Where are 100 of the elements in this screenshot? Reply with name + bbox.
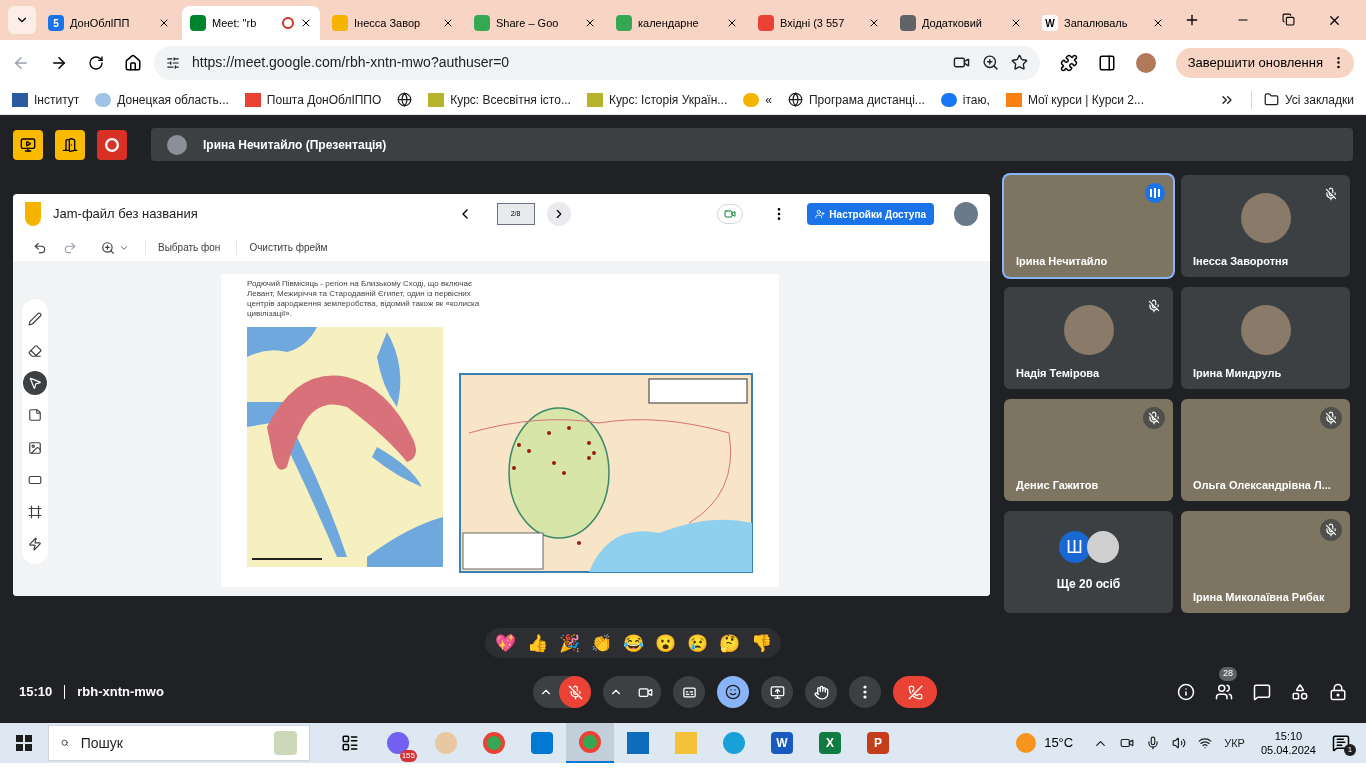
reload-icon[interactable] — [88, 54, 104, 71]
participant-tile[interactable]: Ольга Олександрівна Л... — [1181, 399, 1350, 501]
share-button[interactable]: Настройки Доступа — [807, 203, 934, 225]
taskbar-search-field[interactable]: Пошук — [48, 725, 310, 761]
extensions-icon[interactable] — [1059, 53, 1078, 72]
close-icon[interactable] — [584, 17, 596, 29]
browser-tab[interactable]: 5 ДонОблІПП — [40, 6, 178, 40]
bookmark-item[interactable]: Програма дистанці... — [787, 90, 925, 109]
activities-icon[interactable] — [1291, 683, 1309, 701]
restore-icon[interactable] — [1282, 13, 1295, 26]
zoom-icon[interactable] — [981, 54, 999, 71]
browser-tab[interactable]: Додатковий — [892, 6, 1030, 40]
more-options-button[interactable] — [849, 676, 882, 708]
info-icon[interactable] — [1177, 683, 1195, 701]
close-icon[interactable] — [442, 17, 454, 29]
bookmark-star-icon[interactable] — [1010, 54, 1028, 71]
participant-tile[interactable]: Ірина Миндруль — [1181, 287, 1350, 389]
record-button[interactable] — [97, 129, 127, 160]
weather-temperature[interactable]: 15°C — [1044, 733, 1074, 753]
close-icon[interactable] — [1152, 17, 1164, 29]
camera-icon[interactable] — [1120, 736, 1135, 750]
captions-button[interactable] — [673, 676, 706, 708]
taskbar-app-icon[interactable]: W — [771, 732, 793, 754]
language-indicator[interactable]: УКР — [1224, 734, 1245, 752]
wifi-icon[interactable] — [1198, 736, 1213, 750]
leave-call-button[interactable] — [893, 676, 938, 708]
participant-tile[interactable]: Інесса Заворотня — [1181, 175, 1350, 277]
raise-hand-button[interactable] — [805, 676, 838, 708]
all-bookmarks-item[interactable]: Усі закладки — [1251, 90, 1354, 109]
close-icon[interactable] — [868, 17, 880, 29]
tool-button[interactable] — [23, 371, 47, 396]
volume-icon[interactable] — [1172, 736, 1187, 750]
reaction-button[interactable]: 😢 — [685, 634, 709, 652]
microphone-button[interactable] — [559, 676, 592, 708]
close-icon[interactable] — [300, 17, 312, 29]
reaction-button[interactable]: 😂 — [621, 634, 645, 652]
site-info-icon[interactable] — [166, 55, 180, 70]
leave-room-button[interactable] — [55, 129, 85, 160]
browser-tab[interactable]: календарне — [608, 6, 746, 40]
taskbar-app-icon[interactable]: X — [819, 732, 841, 754]
reaction-button[interactable]: 👍 — [525, 634, 549, 652]
bookmark-item[interactable]: Курс: Всесвітня істо... — [428, 90, 571, 109]
browser-tab[interactable]: W Запалюваль — [1034, 6, 1172, 40]
taskbar-app-icon[interactable]: P — [867, 732, 889, 754]
bookmark-item[interactable]: Курс: Історія Україн... — [586, 90, 728, 109]
reaction-button[interactable]: 😮 — [653, 634, 677, 652]
reaction-button[interactable]: 👏 — [589, 634, 613, 652]
taskbar-app-icon[interactable] — [483, 732, 505, 754]
close-icon[interactable] — [158, 17, 170, 29]
toolbar-button[interactable]: Очистить фрейм — [236, 240, 328, 255]
reaction-button[interactable]: 🎉 — [557, 634, 581, 652]
reactions-button[interactable] — [717, 676, 750, 708]
browser-tab[interactable]: Вхідні (3 557 — [750, 6, 888, 40]
close-icon[interactable] — [726, 17, 738, 29]
undo-icon[interactable] — [33, 240, 47, 255]
close-icon[interactable] — [1327, 13, 1342, 28]
profile-avatar[interactable] — [1135, 52, 1156, 73]
bookmark-item[interactable] — [397, 92, 413, 107]
home-icon[interactable] — [124, 53, 142, 72]
reaction-button[interactable]: 👎 — [749, 634, 773, 652]
taskbar-app[interactable]: P — [854, 723, 902, 763]
zoom-icon[interactable] — [101, 240, 115, 255]
redo-icon[interactable] — [63, 240, 77, 255]
bookmark-item[interactable]: Інститут — [12, 90, 80, 109]
address-bar[interactable]: https://meet.google.com/rbh-xntn-mwo?authuser=0 — [154, 45, 1040, 80]
chat-icon[interactable] — [1253, 683, 1271, 701]
next-frame-button[interactable] — [546, 202, 571, 226]
profile-avatar[interactable] — [954, 202, 978, 226]
new-tab-icon[interactable] — [1184, 12, 1200, 28]
bookmark-item[interactable]: Донецкая область... — [95, 90, 229, 109]
taskbar-app-icon[interactable] — [579, 731, 601, 753]
bookmark-item[interactable]: Пошта ДонОблІППО — [244, 90, 382, 109]
reaction-button[interactable]: 🤔 — [717, 634, 741, 652]
taskbar-app[interactable]: X — [806, 723, 854, 763]
update-button[interactable]: Завершити оновлення — [1175, 47, 1354, 78]
browser-tab[interactable]: Інесса Завор — [324, 6, 462, 40]
taskbar-app[interactable]: 155 — [374, 723, 422, 763]
toolbar-button[interactable]: Выбрать фон — [145, 240, 221, 255]
reaction-button[interactable]: 💖 — [493, 634, 517, 652]
participant-tile[interactable]: Ірина Нечитайло — [1004, 175, 1173, 277]
clock-time[interactable]: 15:10 — [1274, 729, 1303, 743]
close-icon[interactable] — [1010, 17, 1022, 29]
bookmark-item[interactable]: ітаю, — [940, 90, 990, 109]
task-view-icon[interactable] — [341, 734, 359, 752]
participant-tile[interactable]: Ш Ще 20 осіб — [1004, 511, 1173, 613]
side-panel-icon[interactable] — [1097, 53, 1116, 72]
participant-tile[interactable]: Денис Гажитов — [1004, 399, 1173, 501]
present-off-button[interactable] — [13, 129, 43, 160]
participant-tile[interactable]: Ірина Миколаївна Рибак — [1181, 511, 1350, 613]
people-icon[interactable] — [1215, 683, 1233, 701]
host-controls-icon[interactable] — [1329, 683, 1347, 701]
bookmark-item[interactable]: Мої курси | Курси 2... — [1005, 90, 1145, 109]
notifications-icon[interactable] — [1332, 734, 1350, 752]
microphone-icon[interactable] — [1146, 736, 1161, 750]
browser-tab[interactable]: Share – Goo — [466, 6, 604, 40]
present-button[interactable] — [761, 676, 794, 708]
search-input[interactable]: Пошук — [80, 732, 262, 754]
clock-date[interactable]: 05.04.2024 — [1260, 743, 1316, 757]
bookmark-item[interactable]: « — [743, 90, 772, 109]
participant-tile[interactable]: Надія Темірова — [1004, 287, 1173, 389]
